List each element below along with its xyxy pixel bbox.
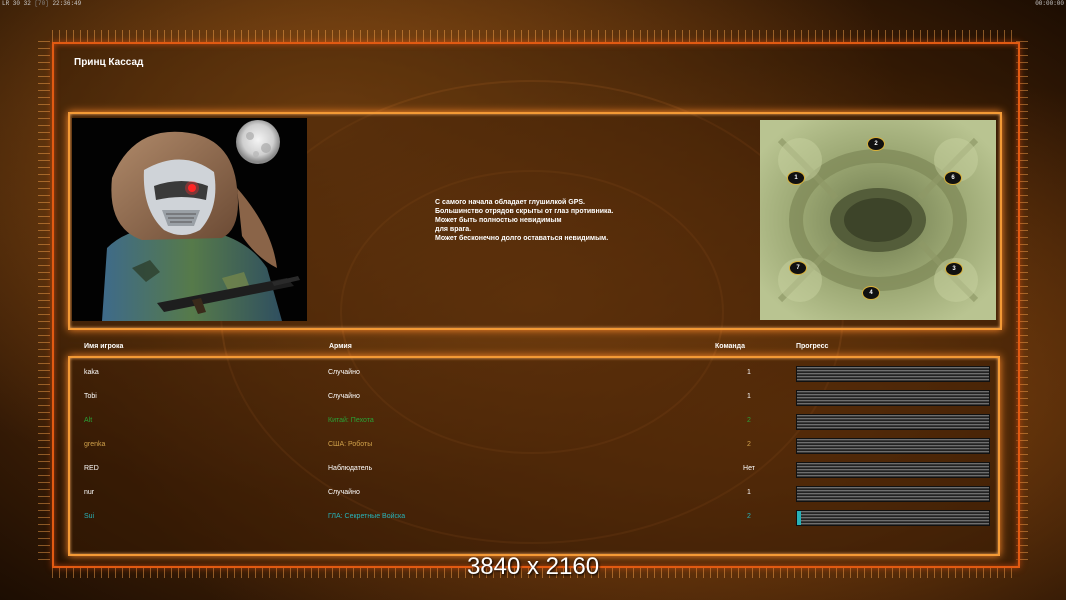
player-team: 1	[747, 369, 751, 376]
header-progress: Прогресс	[796, 343, 829, 350]
player-army: Наблюдатель	[328, 465, 373, 472]
map-preview[interactable]: 1 2 6 7 4 3	[760, 120, 996, 320]
player-army: Случайно	[328, 489, 360, 496]
ruler-left	[38, 40, 50, 560]
player-team: Нет	[743, 465, 755, 472]
status-timer: 00:00:00	[1035, 0, 1064, 7]
general-description: С самого начала обладает глушилкой GPS. …	[435, 198, 695, 243]
player-name: RED	[84, 465, 99, 472]
status-fps: LR 30 32	[2, 0, 31, 7]
loading-progress-bar	[796, 390, 990, 406]
player-name: Sui	[84, 513, 95, 520]
ruler-top	[52, 30, 1014, 42]
player-row[interactable]: nur Случайно 1	[70, 481, 994, 505]
header-army: Армия	[329, 343, 352, 350]
player-army: ГЛА: Секретные Войска	[328, 513, 406, 520]
player-team: 1	[747, 393, 751, 400]
player-army: США: Роботы	[328, 441, 373, 448]
player-name: Tobi	[84, 393, 97, 400]
player-row[interactable]: Alt Китай: Пехота 2	[70, 409, 994, 433]
player-team: 2	[747, 441, 751, 448]
player-name: Alt	[84, 417, 93, 424]
start-position-marker[interactable]: 6	[944, 171, 962, 185]
player-team: 2	[747, 417, 751, 424]
loading-progress-bar	[796, 366, 990, 382]
player-name: grenka	[84, 441, 106, 448]
player-team: 2	[747, 513, 751, 520]
description-line: для врага.	[435, 226, 472, 233]
progress-fill	[797, 511, 801, 525]
description-line: Может бесконечно долго оставаться невиди…	[435, 235, 609, 242]
status-bracket: [70]	[34, 0, 49, 7]
player-row[interactable]: kaka Случайно 1	[70, 361, 994, 385]
player-army: Случайно	[328, 393, 360, 400]
loading-progress-bar	[796, 486, 990, 502]
general-portrait	[72, 118, 307, 321]
loading-progress-bar	[796, 438, 990, 454]
start-position-marker[interactable]: 1	[787, 171, 805, 185]
start-position-marker[interactable]: 2	[867, 137, 885, 151]
player-team: 1	[747, 489, 751, 496]
status-left: LR 30 32 [70] 22:36:49	[2, 0, 81, 8]
player-army: Случайно	[328, 369, 360, 376]
loading-progress-bar	[796, 414, 990, 430]
description-line: С самого начала обладает глушилкой GPS.	[435, 199, 585, 206]
player-row[interactable]: Sui ГЛА: Секретные Войска 2	[70, 505, 994, 529]
loading-progress-bar	[796, 462, 990, 478]
start-position-marker[interactable]: 3	[945, 262, 963, 276]
description-line: Большинство отрядов скрыты от глаз проти…	[435, 208, 614, 215]
loading-progress-bar	[796, 510, 990, 526]
portrait-image	[72, 118, 307, 321]
resolution-overlay: 3840 x 2160	[466, 553, 600, 580]
player-name: nur	[84, 489, 95, 496]
start-position-marker[interactable]: 4	[862, 286, 880, 300]
player-row[interactable]: Tobi Случайно 1	[70, 385, 994, 409]
player-army: Китай: Пехота	[328, 417, 374, 424]
start-position-marker[interactable]: 7	[789, 261, 807, 275]
header-player-name: Имя игрока	[84, 343, 124, 350]
header-team: Команда	[715, 343, 745, 350]
page-title: Принц Кассад	[74, 57, 144, 68]
player-row[interactable]: grenka США: Роботы 2	[70, 433, 994, 457]
player-name: kaka	[84, 369, 99, 376]
player-row[interactable]: RED Наблюдатель Нет	[70, 457, 994, 481]
status-bar: LR 30 32 [70] 22:36:49 00:00:00	[0, 0, 1066, 8]
status-clock: 22:36:49	[52, 0, 82, 7]
description-line: Может быть полностью невидимым	[435, 217, 562, 224]
